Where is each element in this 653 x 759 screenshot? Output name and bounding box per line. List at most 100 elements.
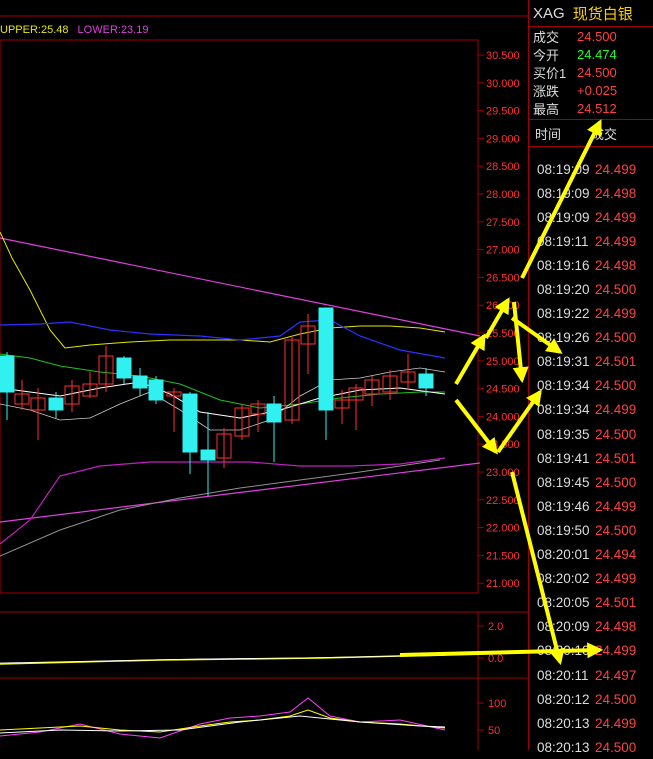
trade-time: 08:19:20: [537, 282, 590, 298]
trade-row: 08:20:12 24.500: [529, 687, 653, 711]
trade-row: 08:19:20 24.500: [529, 277, 653, 301]
trade-price: 24.500: [595, 739, 637, 755]
price-tick-label: 21.000: [486, 578, 520, 590]
trade-time: 08:19:26: [537, 330, 590, 346]
trade-price: 24.499: [595, 233, 637, 249]
trade-price: 24.500: [595, 282, 637, 298]
trade-row: 08:19:45 24.500: [529, 470, 653, 494]
trade-time: 08:19:34: [537, 402, 590, 418]
trade-time: 08:19:31: [537, 354, 590, 370]
trade-time: 08:20:02: [537, 571, 590, 587]
candlestick-chart[interactable]: 30.500 30.000 29.500 29.000 28.500 28.000 27.5…: [0, 0, 528, 750]
price-tick-label: 21.500: [486, 550, 520, 562]
trade-row: 08:19:09 24.498: [529, 181, 653, 205]
price-tick-label: 23.000: [486, 467, 520, 479]
candle-body: [0, 355, 15, 393]
ma-green-line: [0, 353, 445, 409]
candle-body: [418, 373, 434, 389]
trade-price: 24.498: [595, 619, 637, 635]
trade-price: 24.499: [595, 161, 637, 177]
quote-panel: XAG 现货白银 成交 24.500 今开 24.474 买价1 24.500 涨跌 +0.0…: [528, 0, 653, 755]
price-tick-label: 25.500: [486, 328, 520, 340]
macd-tick-label: 2.0: [488, 621, 503, 633]
trade-price: 24.499: [595, 209, 637, 225]
trade-time: 08:20:13: [537, 715, 590, 731]
trade-row: 08:19:22 24.499: [529, 302, 653, 326]
trade-price-header: 成交: [591, 126, 618, 142]
price-axis: 30.500 30.000 29.500 29.000 28.500 28.000 27.5…: [478, 50, 520, 590]
quote-row: 涨跌 +0.025: [529, 81, 653, 99]
trade-time-header: 时间: [535, 126, 562, 142]
trade-row: 08:20:13 24.499: [529, 711, 653, 735]
trade-time: 08:19:41: [537, 450, 590, 466]
trade-time: 08:20:05: [537, 595, 590, 611]
trade-time: 08:20:01: [537, 547, 590, 563]
trade-row: 08:20:10 24.499: [529, 639, 653, 663]
trade-price: 24.499: [595, 643, 637, 659]
trade-price: 24.498: [595, 257, 637, 273]
trade-price: 24.500: [595, 330, 637, 346]
quote-value: 24.512: [577, 100, 617, 116]
trade-time: 08:20:13: [537, 739, 590, 755]
candle-body: [48, 397, 64, 411]
trade-row: 08:19:41 24.501: [529, 446, 653, 470]
trade-row: 08:19:31 24.501: [529, 350, 653, 374]
boll-lower-value: LOWER:23.19: [77, 24, 149, 36]
trade-price: 24.500: [595, 691, 637, 707]
quote-row: 买价1 24.500: [529, 63, 653, 81]
symbol-code: XAG: [533, 4, 565, 22]
trade-row: 08:20:01 24.494: [529, 543, 653, 567]
candles-group: [0, 307, 434, 496]
quote-value: 24.500: [577, 28, 617, 44]
trade-time: 08:19:46: [537, 498, 590, 514]
price-tick-label: 29.000: [486, 133, 520, 145]
price-tick-label: 28.500: [486, 161, 520, 173]
trade-row: 08:20:02 24.499: [529, 567, 653, 591]
trade-row: 08:19:50 24.500: [529, 518, 653, 542]
price-tick-label: 22.500: [486, 495, 520, 507]
chart-area[interactable]: 30.500 30.000 29.500 29.000 28.500 28.000 27.5…: [0, 0, 528, 750]
trade-price: 24.499: [595, 571, 637, 587]
trade-time: 08:20:11: [537, 667, 589, 683]
trade-row: 08:20:09 24.498: [529, 615, 653, 639]
price-tick-label: 26.000: [486, 300, 520, 312]
quote-label: 涨跌: [533, 83, 560, 99]
trade-time: 08:19:22: [537, 306, 590, 322]
trade-price: 24.500: [595, 426, 637, 442]
trade-row: 08:20:13 24.500: [529, 735, 653, 759]
trade-price: 24.499: [595, 498, 637, 514]
trade-list[interactable]: 08:19:09 24.499 08:19:09 24.498 08:19:09 24.4…: [529, 147, 653, 759]
quote-row: 成交 24.500: [529, 27, 653, 45]
candle-body: [182, 393, 198, 453]
trade-time: 08:20:12: [537, 691, 590, 707]
trade-time: 08:20:10: [537, 643, 590, 659]
macd-axis: 2.0 0.0: [478, 621, 503, 665]
price-tick-label: 30.500: [486, 50, 520, 62]
kdj-tick-label: 50: [488, 725, 500, 737]
macd-tick-label: 0.0: [488, 653, 503, 665]
quote-title: XAG 现货白银: [529, 0, 653, 27]
trade-row: 08:19:16 24.498: [529, 253, 653, 277]
trade-row: 08:20:05 24.501: [529, 591, 653, 615]
quote-row: 最高 24.512: [529, 99, 653, 117]
quote-value: +0.025: [577, 82, 618, 98]
candle-body: [132, 375, 148, 389]
trade-time: 08:19:09: [537, 209, 590, 225]
trade-price: 24.500: [595, 522, 637, 538]
price-tick-label: 24.000: [486, 411, 520, 423]
trade-row: 08:19:11 24.499: [529, 229, 653, 253]
price-tick-label: 30.000: [486, 78, 520, 90]
trade-row: 08:19:34 24.499: [529, 398, 653, 422]
price-tick-label: 29.500: [486, 106, 520, 118]
trade-time: 08:19:09: [537, 185, 590, 201]
trade-price: 24.494: [595, 547, 637, 563]
trade-price: 24.501: [595, 595, 637, 611]
quote-label: 买价1: [533, 65, 567, 81]
boll-lower-line: [0, 457, 446, 545]
quote-label: 今开: [533, 47, 560, 63]
trade-time: 08:19:34: [537, 378, 590, 394]
candle-body: [148, 379, 164, 401]
candle-body: [200, 449, 216, 461]
candle-body: [116, 357, 132, 379]
quote-value: 24.474: [577, 46, 617, 62]
